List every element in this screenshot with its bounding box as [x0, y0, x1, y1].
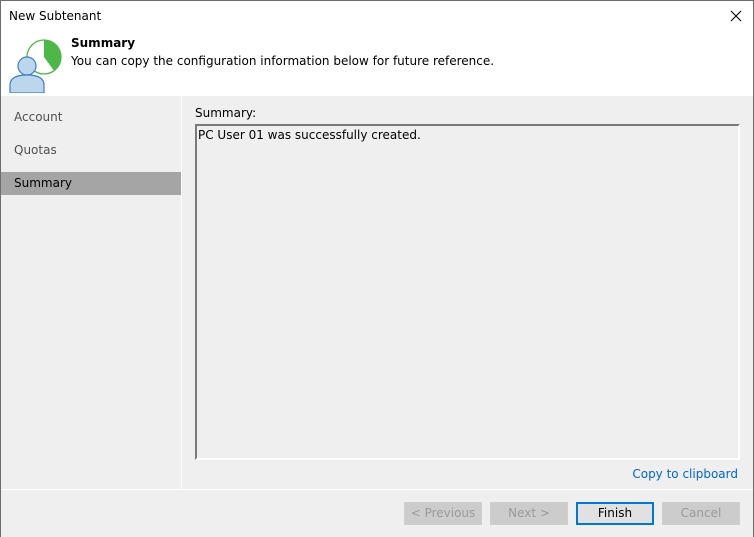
close-icon: [730, 10, 742, 22]
copy-to-clipboard-link[interactable]: Copy to clipboard: [632, 467, 738, 481]
sidebar-item-summary[interactable]: Summary: [1, 172, 181, 195]
sidebar-item-account[interactable]: Account: [1, 106, 181, 129]
close-button[interactable]: [719, 1, 753, 31]
user-pie-progress-icon: [9, 39, 62, 93]
cancel-button[interactable]: Cancel: [662, 502, 740, 525]
wizard-header: Summary You can copy the configuration i…: [1, 31, 753, 96]
summary-panel: Summary: PC User 01 was successfully cre…: [182, 96, 753, 489]
wizard-steps-sidebar: Account Quotas Summary: [1, 96, 182, 489]
previous-button[interactable]: < Previous: [404, 502, 482, 525]
summary-textarea[interactable]: PC User 01 was successfully created.: [195, 124, 740, 460]
summary-label: Summary:: [195, 106, 257, 120]
wizard-window: New Subtenant Summary You can copy the c…: [0, 0, 754, 537]
title-bar: New Subtenant: [1, 1, 753, 31]
wizard-footer: < Previous Next > Finish Cancel: [1, 489, 753, 537]
sidebar-item-quotas[interactable]: Quotas: [1, 139, 181, 162]
window-title: New Subtenant: [9, 9, 102, 23]
finish-button[interactable]: Finish: [576, 502, 654, 525]
step-title: Summary: [71, 36, 136, 50]
next-button[interactable]: Next >: [490, 502, 568, 525]
step-description: You can copy the configuration informati…: [71, 54, 495, 68]
